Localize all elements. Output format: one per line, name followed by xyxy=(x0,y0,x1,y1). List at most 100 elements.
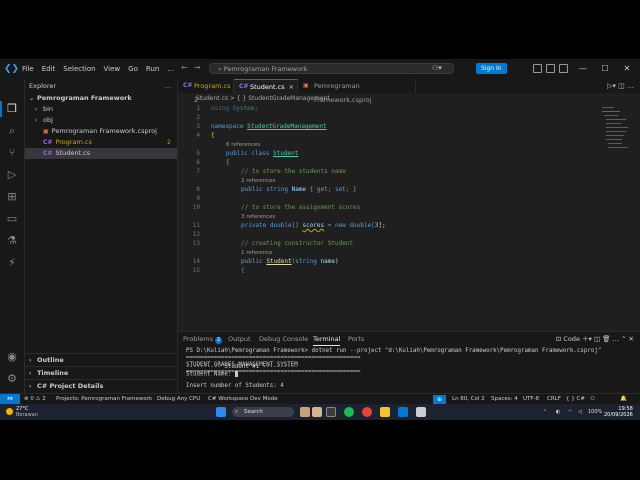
testing-icon[interactable]: ⚗ xyxy=(4,233,20,249)
menu-file[interactable]: File xyxy=(18,59,38,79)
code-line-14: public Student(string name) xyxy=(241,258,339,265)
menu-view[interactable]: View xyxy=(100,59,125,79)
vscode-logo-icon: ❮❯ xyxy=(4,64,20,74)
breadcrumb[interactable]: Student.cs > { } StudentGradeManagement xyxy=(178,93,640,104)
menu-run[interactable]: Run xyxy=(142,59,163,79)
new-terminal-icon[interactable]: ＋▾ xyxy=(582,335,592,343)
codelens-references[interactable]: 3 references xyxy=(241,214,275,220)
more-actions-icon[interactable]: … xyxy=(612,335,619,343)
vscode-taskbar-icon[interactable] xyxy=(398,407,408,417)
tray-app-icon[interactable]: ◐ xyxy=(556,404,560,420)
more-actions-icon[interactable]: … xyxy=(627,82,634,90)
codelens-references[interactable]: 6 references xyxy=(226,142,260,148)
problems-count-badge: 2 xyxy=(214,337,223,344)
command-center-search[interactable]: ⌕ Pemrograman Framework xyxy=(209,63,454,74)
extensions-icon[interactable]: ⊞ xyxy=(4,189,20,205)
terminal-cursor xyxy=(234,371,238,377)
tray-chevron-icon[interactable]: ⌃ xyxy=(543,404,547,420)
chrome-icon[interactable] xyxy=(362,407,372,417)
battery-level[interactable]: 100% xyxy=(588,404,602,420)
explorer-sidebar: Explorer ... ⌄ Pemrograman Framework › bin… xyxy=(25,79,178,393)
split-editor-icon[interactable]: ◫ xyxy=(618,82,625,90)
split-terminal-icon[interactable]: ◫ xyxy=(594,335,600,343)
accounts-icon[interactable]: ◉ xyxy=(4,349,20,365)
toggle-secondary-sidebar-icon[interactable] xyxy=(559,64,568,73)
maximize-panel-icon[interactable]: ⌃ xyxy=(621,335,626,343)
terminal-line: Student Name: xyxy=(186,371,238,378)
close-icon[interactable]: ✕ xyxy=(616,59,638,79)
manage-gear-icon[interactable]: ⚙ xyxy=(4,371,20,387)
terminal-output[interactable]: PS D:\Kuliah\Pemrograman Framework> dotn… xyxy=(186,348,636,394)
chevron-right-icon: › xyxy=(35,106,38,113)
line-number: 4 xyxy=(196,132,200,139)
terminal-shell-icon[interactable]: ⊡ xyxy=(556,335,561,343)
tree-item-bin[interactable]: › bin xyxy=(25,104,177,115)
menu-edit[interactable]: Edit xyxy=(38,59,60,79)
outline-section[interactable]: › Outline xyxy=(25,353,177,366)
close-tab-icon[interactable]: × xyxy=(289,83,294,91)
wifi-icon[interactable]: ◠ xyxy=(568,404,572,420)
search-icon[interactable]: ⌕ xyxy=(4,123,20,139)
tab-csproj[interactable]: ▣ Pemrograman Framework.csproj xyxy=(298,79,416,104)
tab-ports[interactable]: Ports xyxy=(348,332,364,346)
volume-icon[interactable]: ◁ xyxy=(578,404,582,420)
toggle-primary-sidebar-icon[interactable] xyxy=(533,64,542,73)
file-explorer-icon[interactable] xyxy=(380,407,390,417)
timeline-section[interactable]: › Timeline xyxy=(25,366,177,379)
menu-selection[interactable]: Selection xyxy=(59,59,99,79)
code-editor[interactable]: 1 using System; 2 3 namespace StudentGra… xyxy=(178,105,598,331)
editor-actions: ▷▾ ◫ … xyxy=(607,79,634,93)
tab-program-cs[interactable]: C# Program.cs 2 xyxy=(178,79,234,104)
app-taskbar-icon[interactable] xyxy=(416,407,426,417)
taskbar-clock[interactable]: 19:58 20/09/2026 xyxy=(604,406,633,418)
tab-debug-console[interactable]: Debug Console xyxy=(259,332,308,346)
copilot-chat-icon[interactable]: ⚇▾ xyxy=(432,63,450,74)
editor-area: C# Program.cs 2 C# Student.cs × ▣ Pemrograma… xyxy=(178,79,640,331)
remote-explorer-icon[interactable]: ▭ xyxy=(4,211,20,227)
tree-item-program-cs[interactable]: C# Program.cs 2 xyxy=(25,137,177,148)
tab-terminal[interactable]: Terminal xyxy=(313,332,341,346)
tab-output[interactable]: Output xyxy=(228,332,251,346)
csproj-file-icon: ▣ xyxy=(303,82,309,89)
nav-back-forward-icon[interactable]: ←→ xyxy=(181,63,206,72)
source-control-icon[interactable]: ⑂ xyxy=(4,145,20,161)
minimize-icon[interactable]: — xyxy=(572,59,594,79)
start-menu-icon[interactable] xyxy=(216,407,226,417)
menu-go[interactable]: Go xyxy=(124,59,142,79)
terminal-line: ========================================… xyxy=(186,355,361,361)
line-number: 10 xyxy=(192,204,200,211)
run-debug-icon[interactable]: ▷ xyxy=(4,167,20,183)
windows-taskbar: 27°C Berawan ⌕ Search ⌃ ◐ ◠ ◁ 100% 19:58 20… xyxy=(0,404,640,420)
project-root-folder[interactable]: ⌄ Pemrograman Framework xyxy=(25,93,177,104)
copilot-icon[interactable]: ⚡ xyxy=(4,255,20,271)
weather-widget[interactable]: 27°C Berawan xyxy=(16,406,38,418)
taskbar-search[interactable]: ⌕ Search xyxy=(232,407,294,417)
spotify-icon[interactable] xyxy=(344,407,354,417)
codelens-references[interactable]: 2 references xyxy=(241,178,275,184)
run-icon[interactable]: ▷▾ xyxy=(607,82,616,90)
weather-icon[interactable] xyxy=(6,408,13,415)
minimap[interactable] xyxy=(600,105,630,165)
line-number: 2 xyxy=(196,114,200,121)
codelens-references[interactable]: 1 reference xyxy=(241,250,273,256)
tree-item-obj[interactable]: › obj xyxy=(25,115,177,126)
tree-item-student-cs[interactable]: C# Student.cs xyxy=(25,148,177,159)
maximize-icon[interactable]: ☐ xyxy=(594,59,616,79)
explorer-icon[interactable]: ❐ xyxy=(4,101,20,117)
kill-terminal-icon[interactable]: 🗑 xyxy=(602,335,610,343)
terminal-shell-name[interactable]: Code xyxy=(563,335,580,343)
tab-problems[interactable]: Problems 2 xyxy=(183,332,223,346)
panel-tabs: Problems 2 Output Debug Console Terminal … xyxy=(178,332,640,346)
task-view-icon[interactable] xyxy=(326,407,336,417)
sign-in-button[interactable]: Sign In xyxy=(476,63,507,74)
widgets-image-icon[interactable] xyxy=(300,407,310,417)
tree-item-csproj[interactable]: ▣ Pemrograman Framework.csproj xyxy=(25,126,177,137)
widgets-image-icon[interactable] xyxy=(312,407,322,417)
csharp-project-details-section[interactable]: › C# Project Details xyxy=(25,379,177,392)
toggle-panel-icon[interactable] xyxy=(546,64,555,73)
menu-more[interactable]: ... xyxy=(163,59,178,79)
zoom-icon[interactable]: ⊕ xyxy=(433,395,446,404)
close-panel-icon[interactable]: ✕ xyxy=(629,335,634,343)
explorer-more-icon[interactable]: ... xyxy=(165,79,171,93)
tab-student-cs[interactable]: C# Student.cs × xyxy=(234,79,298,93)
